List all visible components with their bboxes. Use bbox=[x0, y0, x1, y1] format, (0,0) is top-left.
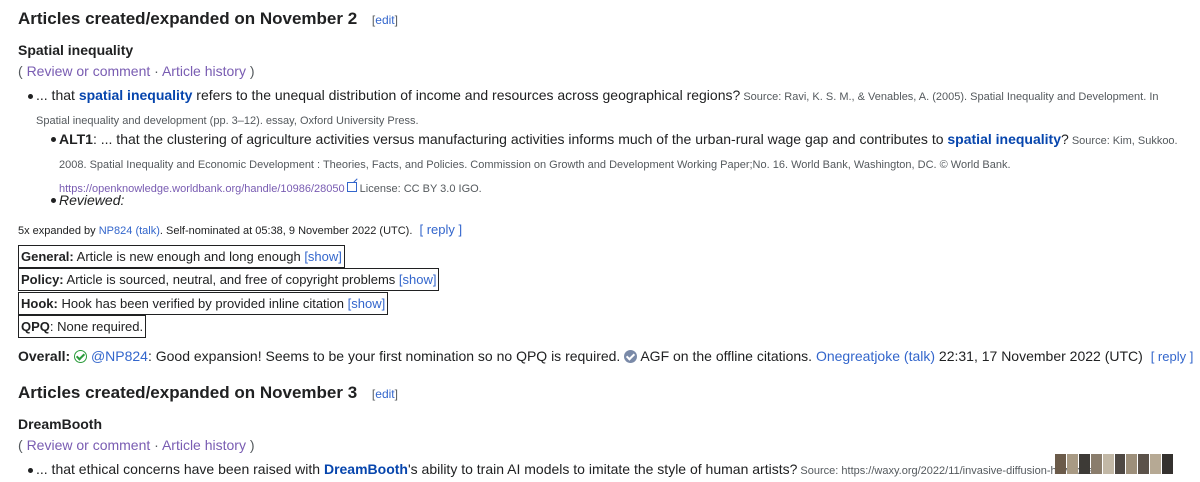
alt1-license: License: CC BY 3.0 IGO. bbox=[356, 183, 482, 195]
external-link-icon bbox=[346, 182, 357, 192]
alt1-label: ALT1 bbox=[59, 131, 93, 147]
green-tick-icon bbox=[74, 350, 88, 363]
overall-label: Overall bbox=[18, 348, 66, 364]
nomination-note: 5x expanded by NP824 (talk). Self-nomina… bbox=[18, 222, 462, 237]
overall-time: 22:31, 17 November 2022 (UTC) bbox=[935, 348, 1143, 364]
edit-link[interactable]: edit bbox=[375, 387, 394, 401]
hook-text: refers to the unequal distribution of in… bbox=[192, 87, 741, 103]
review-links: ( Review or comment · Article history ) bbox=[18, 437, 255, 453]
article-history-link[interactable]: Article history bbox=[162, 63, 246, 79]
hook-article-link[interactable]: spatial inequality bbox=[79, 87, 193, 103]
show-toggle[interactable]: [show] bbox=[399, 272, 437, 287]
hook-text: 's ability to train AI models to imitate… bbox=[407, 461, 798, 477]
section-heading-text: Articles created/expanded on November 3 bbox=[18, 383, 358, 402]
reviewer-talk-link[interactable]: (talk) bbox=[904, 348, 935, 364]
dreambooth-hook: ... that ethical concerns have been rais… bbox=[36, 458, 1093, 482]
overall-text: : Good expansion! Seems to be your first… bbox=[147, 348, 625, 364]
hook-article-link[interactable]: DreamBooth bbox=[324, 461, 408, 477]
reviewed-label: Reviewed bbox=[59, 192, 121, 208]
reply-button: [ reply ] bbox=[419, 222, 463, 237]
nominator-user-link[interactable]: NP824 bbox=[99, 225, 133, 237]
edit-link[interactable]: edit bbox=[375, 13, 394, 27]
section-heading-nov2: Articles created/expanded on November 2 … bbox=[18, 9, 398, 29]
check-text: : None required. bbox=[49, 319, 144, 334]
article-history-link[interactable]: Article history bbox=[162, 437, 246, 453]
agf-tick-icon bbox=[624, 350, 638, 363]
reviewer-user-link[interactable]: Onegreatjoke bbox=[816, 348, 900, 364]
hook-prefix: ... that ethical concerns have been rais… bbox=[36, 461, 324, 477]
article-title: DreamBooth bbox=[18, 416, 103, 432]
alt1-hook: ALT1: ... that the clustering of agricul… bbox=[59, 128, 1184, 200]
edit-section-link: [edit] bbox=[371, 13, 398, 27]
check-text: Article is new enough and long enough bbox=[73, 249, 305, 264]
check-hook: Hook: Hook has been verified by provided… bbox=[18, 292, 389, 315]
reply-link[interactable]: reply bbox=[427, 222, 455, 237]
check-general: General: Article is new enough and long … bbox=[18, 245, 345, 268]
overall-review: Overall: @NP824: Good expansion! Seems t… bbox=[18, 348, 1194, 364]
bullet-icon bbox=[28, 94, 33, 99]
reviewed-line: Reviewed: bbox=[59, 192, 125, 208]
article-title: Spatial inequality bbox=[18, 42, 134, 58]
alt1-end: ? bbox=[1060, 131, 1069, 147]
nomination-prefix: 5x expanded by bbox=[18, 225, 99, 237]
edit-section-link: [edit] bbox=[371, 387, 398, 401]
check-label: General: bbox=[21, 249, 74, 264]
show-toggle[interactable]: [show] bbox=[304, 249, 342, 264]
nomination-suffix: . Self-nominated at 05:38, 9 November 20… bbox=[159, 225, 413, 237]
check-label: QPQ bbox=[21, 319, 50, 334]
check-qpq: QPQ: None required. bbox=[18, 315, 147, 338]
hook-source: Source: https://waxy.org/2022/11/invasiv… bbox=[797, 465, 1093, 477]
review-or-comment-link[interactable]: Review or comment bbox=[27, 63, 151, 79]
nominator-talk-link[interactable]: (talk) bbox=[135, 225, 159, 237]
bullet-icon bbox=[51, 198, 56, 203]
check-text: Hook has been verified by provided inlin… bbox=[57, 296, 348, 311]
bullet-icon bbox=[51, 137, 56, 142]
agf-text: AGF on the offline citations. bbox=[637, 348, 816, 364]
mention-user-link[interactable]: @NP824 bbox=[91, 348, 148, 364]
main-hook: ... that spatial inequality refers to th… bbox=[36, 84, 1186, 132]
reply-link[interactable]: reply bbox=[1158, 349, 1186, 364]
hook-prefix: ... that bbox=[36, 87, 79, 103]
reply-button: [ reply ] bbox=[1150, 349, 1194, 364]
hook-image-thumbnail[interactable] bbox=[1055, 454, 1174, 474]
review-or-comment-link[interactable]: Review or comment bbox=[27, 437, 151, 453]
check-label: Policy: bbox=[21, 272, 64, 287]
check-label: Hook: bbox=[21, 296, 58, 311]
check-policy: Policy: Article is sourced, neutral, and… bbox=[18, 268, 440, 291]
alt1-article-link[interactable]: spatial inequality bbox=[947, 131, 1061, 147]
review-links: ( Review or comment · Article history ) bbox=[18, 63, 255, 79]
show-toggle[interactable]: [show] bbox=[348, 296, 386, 311]
section-heading-nov3: Articles created/expanded on November 3 … bbox=[18, 383, 398, 403]
section-heading-text: Articles created/expanded on November 2 bbox=[18, 9, 358, 28]
check-text: Article is sourced, neutral, and free of… bbox=[63, 272, 399, 287]
alt1-text: : ... that the clustering of agriculture… bbox=[92, 131, 948, 147]
